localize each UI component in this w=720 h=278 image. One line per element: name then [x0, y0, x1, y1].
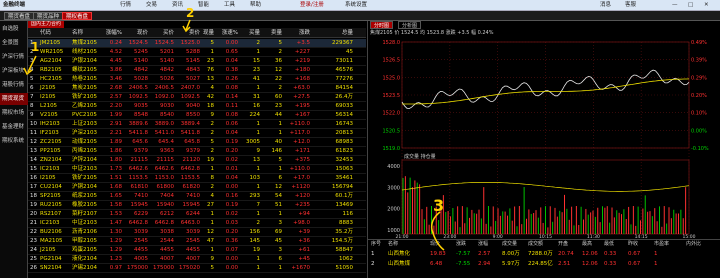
- annotation-arrows: [23, 19, 445, 251]
